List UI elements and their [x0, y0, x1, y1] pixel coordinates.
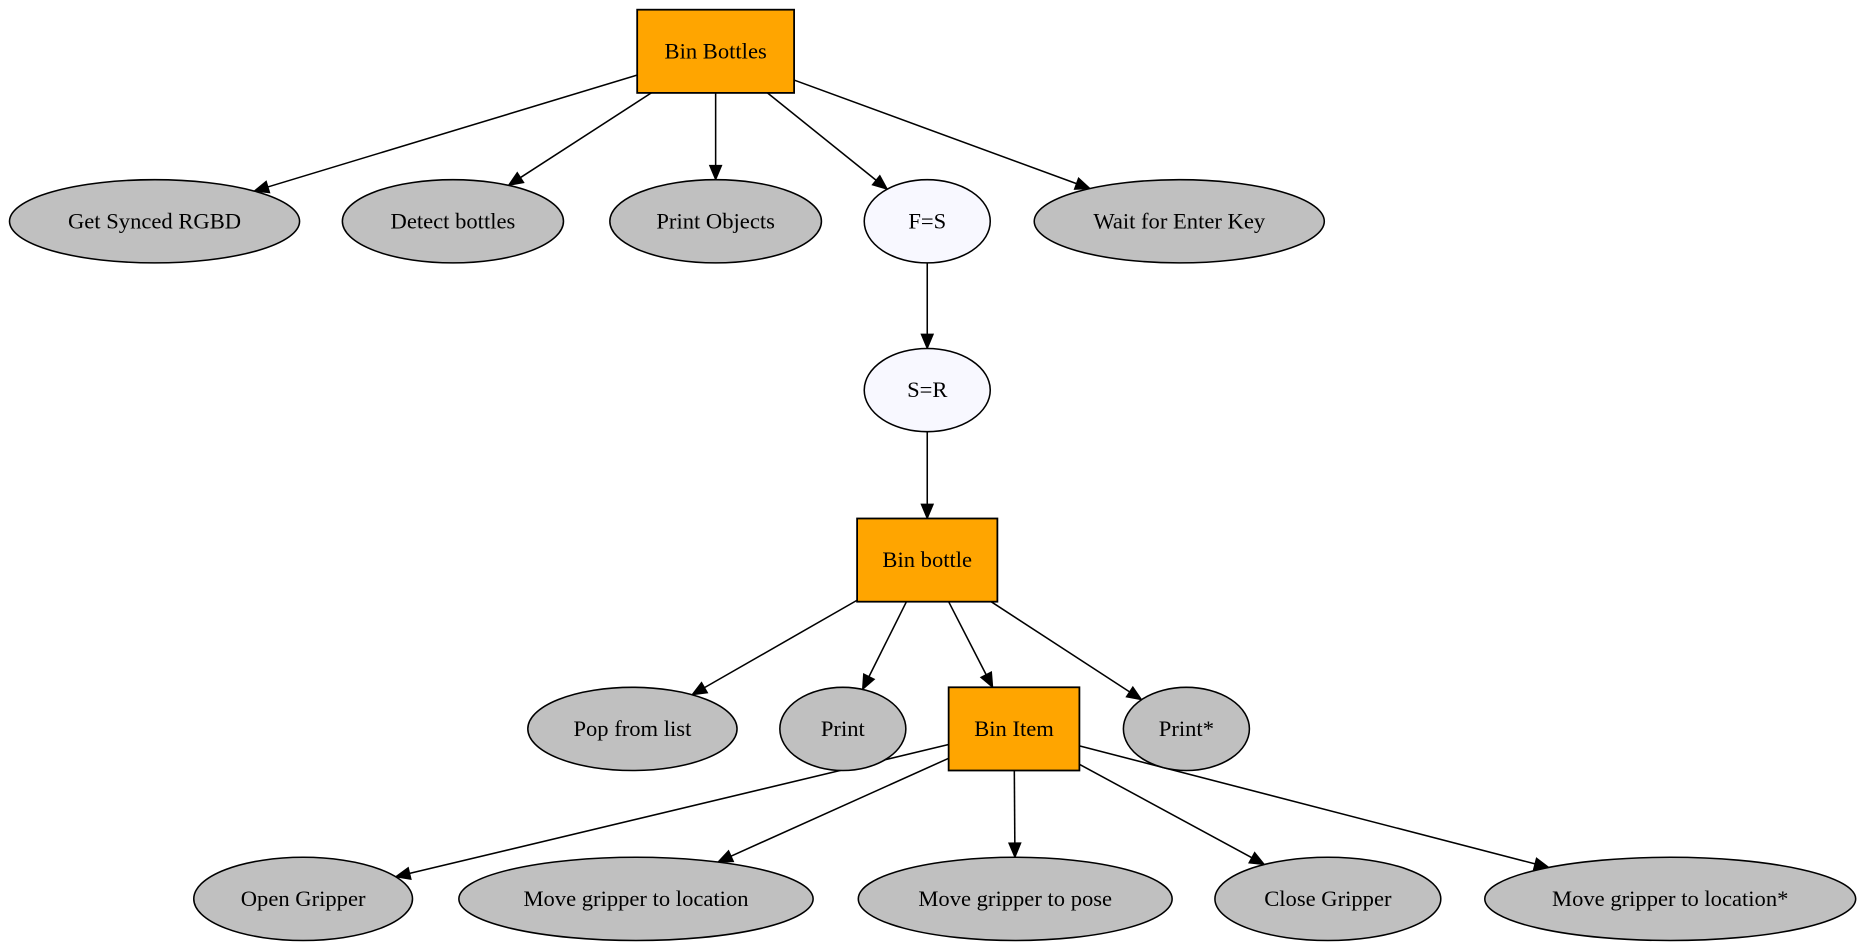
edge-line: [1013, 770, 1016, 844]
edge-bin_bottle-to-pop: [690, 599, 858, 696]
node-bin-bottles[interactable]: Bin Bottles: [636, 8, 795, 94]
node-label: Pop from list: [573, 716, 692, 741]
nodes-layer: Bin Bottles Get Synced RGBD Detect bottles…: [8, 8, 1857, 942]
node-move-pose[interactable]: Move gripper to pose: [857, 856, 1173, 942]
node-label: Open Gripper: [241, 886, 366, 911]
edge-line: [990, 601, 1131, 693]
arrowhead-icon: [871, 174, 889, 191]
edge-line: [267, 74, 638, 188]
arrowhead-icon: [690, 681, 709, 696]
arrowhead-icon: [920, 333, 935, 351]
node-label: Close Gripper: [1264, 886, 1392, 911]
node-label: Move gripper to location: [523, 886, 748, 911]
node-label: Bin Bottles: [665, 38, 767, 63]
edge-line: [1079, 763, 1253, 859]
node-label: Detect bottles: [391, 208, 516, 233]
edge-bin_item-to-move_loc_star: [1079, 745, 1551, 871]
node-print-objects[interactable]: Print Objects: [609, 178, 823, 264]
node-detect[interactable]: Detect bottles: [341, 178, 565, 264]
node-label: Bin Item: [974, 716, 1054, 741]
edge-line: [704, 599, 858, 689]
node-get-synced[interactable]: Get Synced RGBD: [8, 178, 301, 264]
arrowhead-icon: [716, 849, 735, 863]
arrowhead-icon: [1248, 851, 1266, 866]
node-open-gripper[interactable]: Open Gripper: [192, 856, 414, 942]
arrowhead-icon: [708, 164, 723, 182]
node-print-star[interactable]: Print*: [1122, 686, 1251, 772]
node-close-gripper[interactable]: Close Gripper: [1214, 856, 1442, 942]
edge-bin_item-to-close_gripper: [1079, 763, 1266, 866]
node-sr[interactable]: S=R: [863, 347, 992, 433]
edge-line: [868, 601, 908, 677]
edge-sr-to-bin_bottle: [920, 431, 935, 521]
node-label: Move gripper to location*: [1552, 886, 1788, 911]
edge-line: [793, 79, 1077, 185]
node-fs[interactable]: F=S: [863, 178, 992, 264]
edge-bin_bottles-to-wait_enter: [793, 79, 1092, 190]
edge-fs-to-sr: [920, 262, 935, 351]
node-bin-bottle[interactable]: Bin bottle: [856, 517, 999, 603]
edge-bin_bottle-to-bin_item: [947, 601, 994, 689]
edge-line: [520, 92, 652, 179]
edge-line: [730, 757, 949, 857]
edge-line: [1079, 745, 1536, 865]
arrowhead-icon: [1073, 176, 1092, 190]
edge-bin_bottle-to-print: [861, 601, 908, 691]
node-pop[interactable]: Pop from list: [527, 686, 738, 772]
node-bin-item[interactable]: Bin Item: [947, 686, 1081, 772]
edge-line: [947, 601, 987, 675]
node-print[interactable]: Print: [779, 686, 907, 772]
node-label: Bin bottle: [882, 547, 972, 572]
node-move-loc-star[interactable]: Move gripper to location*: [1484, 856, 1857, 942]
edge-bin_item-to-move_loc: [716, 757, 949, 863]
edge-bin_bottles-to-get_synced: [252, 74, 638, 194]
node-label: Wait for Enter Key: [1093, 208, 1266, 233]
node-label: Print*: [1159, 716, 1214, 741]
arrowhead-icon: [1125, 685, 1143, 701]
node-label: Get Synced RGBD: [68, 208, 241, 233]
node-wait-enter[interactable]: Wait for Enter Key: [1033, 178, 1326, 264]
node-label: Print Objects: [656, 208, 775, 233]
node-label: S=R: [907, 377, 948, 402]
edge-bin_bottle-to-print_star: [990, 601, 1143, 701]
edge-line: [766, 92, 877, 181]
node-move-loc[interactable]: Move gripper to location: [458, 856, 814, 942]
node-label: Print: [821, 716, 866, 741]
edge-bin_bottles-to-print_objects: [708, 92, 723, 182]
arrowhead-icon: [507, 171, 525, 187]
arrowhead-icon: [1007, 842, 1022, 859]
behavior-tree-diagram: Bin Bottles Get Synced RGBD Detect bottles…: [8, 8, 1857, 942]
arrowhead-icon: [920, 503, 935, 521]
node-label: Move gripper to pose: [918, 886, 1112, 911]
node-label: F=S: [908, 208, 946, 233]
arrowhead-icon: [861, 673, 876, 691]
arrowhead-icon: [979, 670, 994, 689]
edge-bin_item-to-move_pose: [1007, 770, 1022, 859]
